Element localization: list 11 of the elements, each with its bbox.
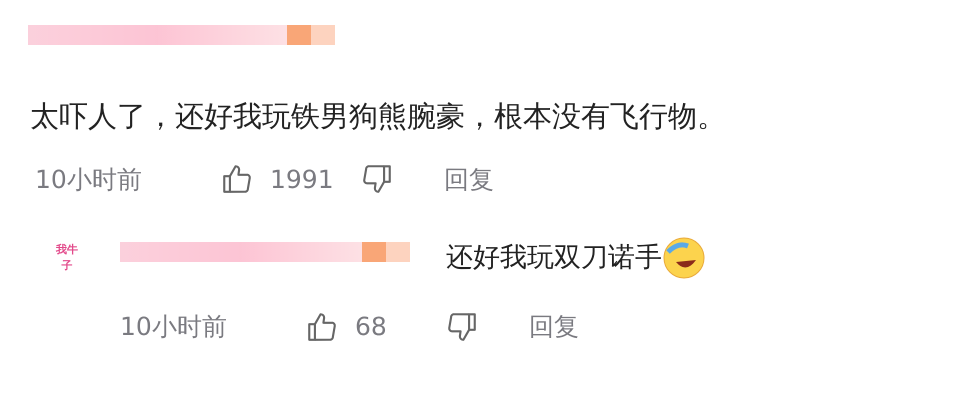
- like-count: 68: [355, 311, 388, 343]
- like-count: 1991: [270, 164, 335, 196]
- laughing-emoji-icon: [662, 236, 706, 280]
- reply-link[interactable]: 回复: [529, 308, 579, 346]
- avatar-text: 我牛: [56, 242, 78, 258]
- avatar-text: 子: [62, 258, 72, 274]
- timestamp: 10小时前: [35, 164, 143, 196]
- comment-text: 太吓人了，还好我玩铁男狗熊腕豪，根本没有飞行物。: [29, 98, 727, 135]
- reply-link[interactable]: 回复: [444, 160, 494, 198]
- timestamp: 10小时前: [120, 311, 228, 343]
- reply-text: 还好我玩双刀诺手: [446, 240, 662, 275]
